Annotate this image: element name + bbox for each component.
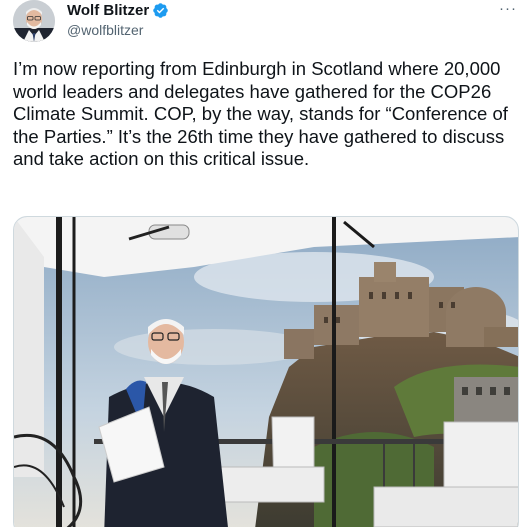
tweet-text: I’m now reporting from Edinburgh in Scot… <box>13 58 508 170</box>
display-name[interactable]: Wolf Blitzer <box>67 2 149 19</box>
more-options-icon[interactable]: ··· <box>499 0 517 17</box>
author-block: Wolf Blitzer @wolfblitzer <box>67 1 169 38</box>
author-handle[interactable]: @wolfblitzer <box>67 22 169 38</box>
avatar[interactable] <box>13 0 55 42</box>
verified-badge-icon <box>152 2 169 19</box>
avatar-image <box>13 0 55 42</box>
photo-image <box>14 217 518 527</box>
tweet-photo[interactable] <box>13 216 519 527</box>
tweet: Wolf Blitzer @wolfblitzer ··· I’m now re… <box>0 0 529 527</box>
name-row: Wolf Blitzer <box>67 1 169 20</box>
